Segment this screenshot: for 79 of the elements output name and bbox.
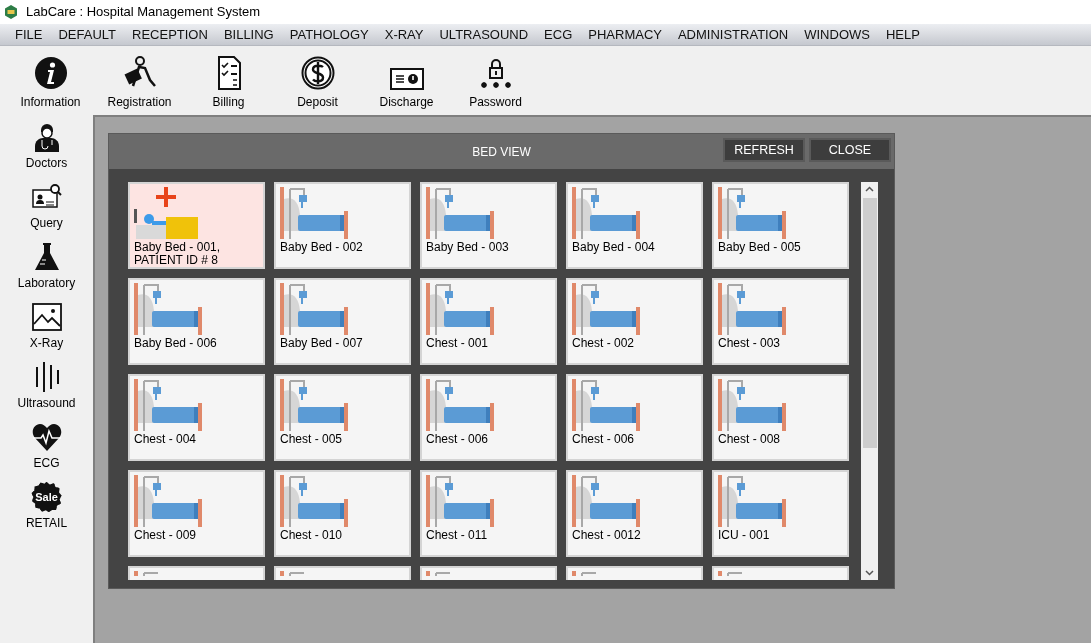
ticket-icon — [389, 67, 424, 90]
bed-tile[interactable]: Baby Bed - 006 — [128, 278, 265, 365]
bed-label: Baby Bed - 006 — [134, 337, 218, 350]
sidebar-button[interactable]: Laboratory — [1, 237, 92, 297]
toolbar-button[interactable]: Registration — [95, 48, 184, 113]
bed-tile[interactable]: Chest - 011 — [420, 470, 557, 557]
info-icon — [33, 55, 68, 90]
bed-tile[interactable]: Chest - 009 — [128, 470, 265, 557]
bed-tile[interactable]: Chest - 010 — [274, 470, 411, 557]
menu-item[interactable]: WINDOWS — [796, 24, 878, 45]
bed-label: Chest - 001 — [426, 337, 490, 350]
menu-item[interactable]: FILE — [7, 24, 51, 45]
bed-label: Chest - 006 — [572, 433, 636, 446]
bed-label: Baby Bed - 003 — [426, 241, 510, 254]
scroll-up-icon[interactable] — [865, 186, 874, 192]
scroll-down-icon[interactable] — [865, 570, 874, 576]
bed-tile[interactable]: Chest - 0012 — [566, 470, 703, 557]
bed-label: Chest - 008 — [718, 433, 782, 446]
menu-item[interactable]: RECEPTION — [124, 24, 216, 45]
bed-tile[interactable]: Chest - 008 — [712, 374, 849, 461]
bed-tile[interactable]: Chest - 002 — [566, 278, 703, 365]
menu-item[interactable]: ULTRASOUND — [431, 24, 537, 45]
dialog-title: BED VIEW — [472, 143, 531, 161]
bed-tile[interactable]: Baby Bed - 005 — [712, 182, 849, 269]
bed-tile[interactable]: Chest - 005 — [274, 374, 411, 461]
dialog-button[interactable]: REFRESH — [723, 138, 805, 162]
bed-label: Chest - 004 — [134, 433, 198, 446]
toolbar-button[interactable]: Deposit — [273, 48, 362, 113]
toolbar-button[interactable]: Billing — [184, 48, 273, 113]
menu-item[interactable]: X-RAY — [376, 24, 432, 45]
bed-label: Chest - 010 — [280, 529, 344, 542]
bed-tile[interactable]: ICU - 001 — [712, 470, 849, 557]
bed-label: Baby Bed - 001, PATIENT ID # 8 — [134, 241, 222, 267]
bed-label: Chest - 003 — [718, 337, 782, 350]
sidebar-button[interactable]: ECG — [1, 417, 92, 477]
bed-label: Chest - 002 — [572, 337, 636, 350]
sidebar-button[interactable]: Query — [1, 177, 92, 237]
menu-item[interactable]: DEFAULT — [50, 24, 125, 45]
bed-tile[interactable]: Baby Bed - 002 — [274, 182, 411, 269]
menu-item[interactable]: HELP — [877, 24, 928, 45]
sidebar-button[interactable]: Ultrasound — [1, 357, 92, 417]
bed-tile[interactable]: Chest - 004 — [128, 374, 265, 461]
sidebar-button[interactable]: Sale RETAIL — [1, 477, 92, 537]
image-icon — [31, 302, 62, 332]
toolbar-button[interactable]: Password — [451, 48, 540, 113]
bed-label: Baby Bed - 007 — [280, 337, 364, 350]
toolbar-button[interactable]: Information — [6, 48, 95, 113]
heart-pulse-icon — [31, 422, 62, 452]
scroll-thumb[interactable] — [862, 198, 877, 448]
bed-label: Chest - 011 — [426, 529, 489, 542]
bed-tile[interactable]: Baby Bed - 001, PATIENT ID # 8 — [128, 182, 265, 269]
menu-item[interactable]: ADMINISTRATION — [669, 24, 797, 45]
toolbar-button[interactable]: Discharge — [362, 48, 451, 113]
bed-label: Baby Bed - 004 — [572, 241, 656, 254]
window-title: LabCare : Hospital Management System — [26, 3, 261, 22]
bed-tile[interactable]: Baby Bed - 007 — [274, 278, 411, 365]
menu-item[interactable]: BILLING — [215, 24, 282, 45]
bed-tile[interactable]: Baby Bed - 004 — [566, 182, 703, 269]
bed-tile[interactable]: Chest - 006 — [420, 374, 557, 461]
app-logo-icon — [4, 5, 18, 19]
bed-label: ICU - 001 — [718, 529, 771, 542]
sale-badge: Sale — [31, 482, 62, 512]
dollar-coin-icon — [300, 55, 335, 90]
dialog-button[interactable]: CLOSE — [809, 138, 891, 162]
bed-tile[interactable]: Baby Bed - 003 — [420, 182, 557, 269]
bed-label: Chest - 009 — [134, 529, 198, 542]
bed-tile[interactable]: Chest - 006 — [566, 374, 703, 461]
bed-tile[interactable]: Chest - 001 — [420, 278, 557, 365]
sidebar-button[interactable]: X-Ray — [1, 297, 92, 357]
bed-label: Chest - 005 — [280, 433, 344, 446]
menu-item[interactable]: PATHOLOGY — [281, 24, 377, 45]
bed-label: Baby Bed - 005 — [718, 241, 802, 254]
bed-label: Baby Bed - 002 — [280, 241, 364, 254]
bed-label: Chest - 0012 — [572, 529, 642, 542]
menu-item[interactable]: PHARMACY — [580, 24, 670, 45]
sidebar-button[interactable]: Doctors — [1, 117, 92, 177]
bed-tile[interactable]: Chest - 003 — [712, 278, 849, 365]
menu-item[interactable]: ECG — [536, 24, 581, 45]
bed-label: Chest - 006 — [426, 433, 490, 446]
